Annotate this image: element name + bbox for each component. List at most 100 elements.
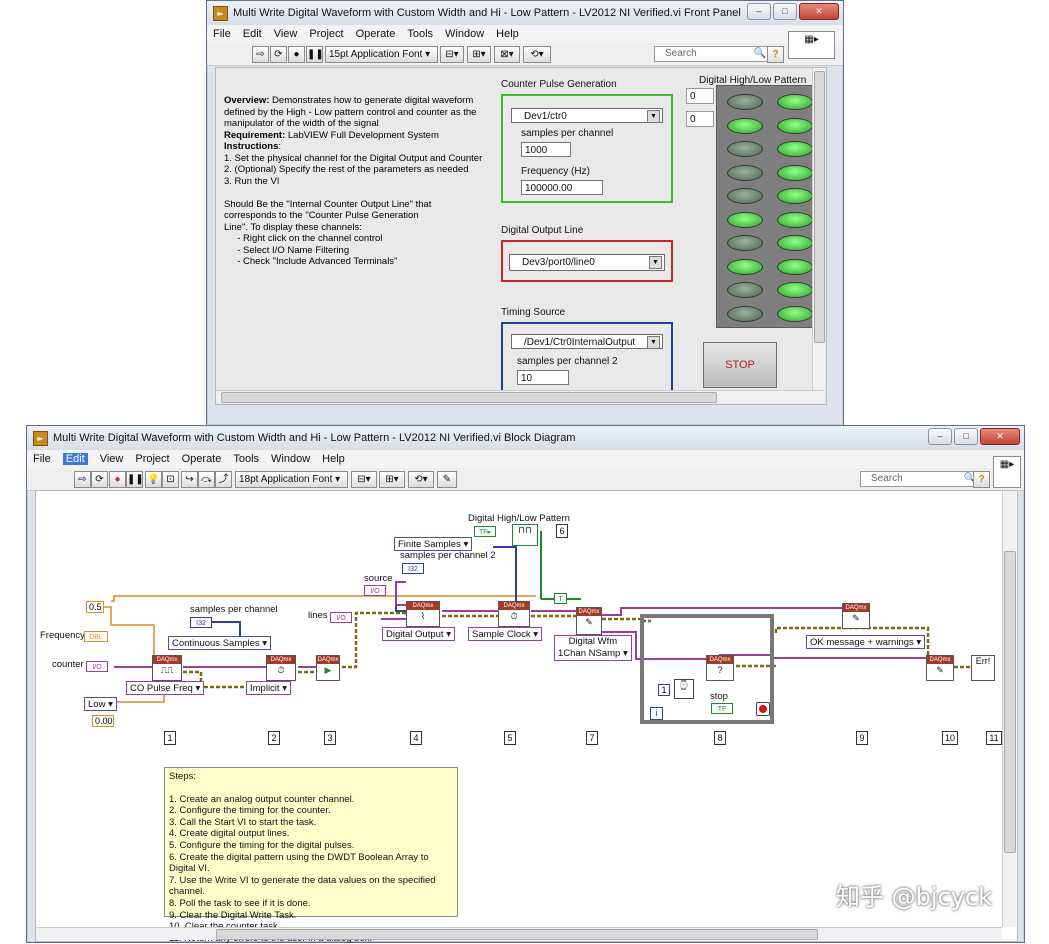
- finite-samples-constant[interactable]: Finite Samples ▾: [394, 537, 472, 551]
- menu-file[interactable]: File: [213, 28, 231, 40]
- spc2-terminal[interactable]: I32: [402, 563, 424, 574]
- pattern-led[interactable]: [727, 94, 763, 110]
- pattern-led[interactable]: [777, 212, 813, 228]
- cleanup-diagram-icon[interactable]: ✎: [437, 471, 457, 488]
- align-icon[interactable]: ⊟▾: [351, 471, 377, 488]
- front-panel-vscroll-thumb[interactable]: [814, 71, 825, 343]
- duty-cycle-constant[interactable]: 0.5: [86, 601, 104, 613]
- menu-window[interactable]: Window: [271, 453, 310, 465]
- sample-clock-selector[interactable]: Sample Clock ▾: [468, 627, 542, 641]
- resize-icon[interactable]: ⊠▾: [494, 46, 520, 63]
- continuous-samples-constant[interactable]: Continuous Samples ▾: [168, 636, 271, 650]
- idle-state-constant[interactable]: Low ▾: [84, 697, 117, 711]
- pattern-led[interactable]: [727, 141, 763, 157]
- pattern-led[interactable]: [727, 212, 763, 228]
- pattern-led[interactable]: [777, 306, 813, 322]
- loop-condition-icon[interactable]: [756, 702, 770, 716]
- daqmx-clear-task-1[interactable]: DAQmx✎: [842, 603, 870, 629]
- minimize-icon[interactable]: –: [928, 428, 952, 445]
- pattern-led[interactable]: [777, 94, 813, 110]
- help-icon[interactable]: ?: [973, 471, 990, 488]
- implicit-selector[interactable]: Implicit ▾: [246, 681, 291, 695]
- wait-constant[interactable]: 1: [658, 684, 670, 696]
- pattern-led[interactable]: [727, 235, 763, 251]
- pattern-led-array[interactable]: [716, 85, 821, 328]
- run-arrow-icon[interactable]: ⇨: [252, 46, 269, 63]
- search-input[interactable]: Search🔍: [654, 46, 770, 62]
- digital-output-selector[interactable]: Digital Output ▾: [382, 627, 455, 641]
- stop-terminal[interactable]: TF: [711, 703, 733, 714]
- source-terminal[interactable]: I/O: [364, 585, 386, 596]
- align-icon[interactable]: ⊟▾: [440, 46, 464, 63]
- front-panel-vscroll[interactable]: [812, 68, 825, 390]
- retain-wire-values-icon[interactable]: ⊡: [162, 471, 179, 488]
- reorder-icon[interactable]: ⟲▾: [523, 46, 551, 63]
- menu-operate[interactable]: Operate: [356, 28, 396, 40]
- daqmx-timing-1[interactable]: DAQmx⏱: [266, 655, 296, 681]
- pattern-led[interactable]: [727, 282, 763, 298]
- daqmx-write[interactable]: DAQmx✎: [576, 607, 602, 635]
- pattern-led[interactable]: [727, 188, 763, 204]
- block-diagram-vscroll-thumb[interactable]: [1004, 551, 1016, 853]
- block-diagram-hscroll-thumb[interactable]: [216, 929, 818, 940]
- run-continuously-icon[interactable]: ⟳: [270, 46, 287, 63]
- spc2-input[interactable]: 10: [517, 370, 569, 385]
- menu-tools[interactable]: Tools: [233, 453, 259, 465]
- daqmx-is-task-done[interactable]: DAQmx?: [706, 655, 734, 681]
- search-input[interactable]: Search🔍: [860, 471, 980, 487]
- maximize-icon[interactable]: □: [773, 3, 797, 20]
- pattern-led[interactable]: [727, 259, 763, 275]
- freq-input[interactable]: 100000.00: [521, 180, 603, 195]
- pattern-led[interactable]: [777, 282, 813, 298]
- menu-help[interactable]: Help: [496, 28, 519, 40]
- font-selector[interactable]: 18pt Application Font ▾: [235, 471, 348, 488]
- step-out-icon[interactable]: ⤴: [215, 471, 232, 488]
- reorder-icon[interactable]: ⟲▾: [408, 471, 434, 488]
- pattern-row-index[interactable]: 0: [686, 88, 714, 104]
- lines-terminal[interactable]: I/O: [330, 612, 352, 623]
- initial-delay-constant[interactable]: 0.00: [92, 715, 114, 727]
- step-over-icon[interactable]: ⤼: [198, 471, 215, 488]
- abort-icon[interactable]: ●: [109, 471, 126, 488]
- spc-terminal[interactable]: I32: [190, 617, 212, 628]
- daqmx-start-task[interactable]: DAQmx▶: [316, 655, 340, 681]
- step-into-icon[interactable]: ↪: [181, 471, 198, 488]
- block-diagram-vscroll[interactable]: [1002, 491, 1016, 927]
- close-icon[interactable]: ✕: [799, 3, 839, 20]
- daqmx-clear-task-2[interactable]: DAQmx✎: [926, 655, 954, 681]
- ok-message-constant[interactable]: OK message + warnings ▾: [806, 635, 925, 649]
- pattern-led[interactable]: [777, 165, 813, 181]
- true-constant[interactable]: T: [554, 593, 567, 604]
- menu-tools[interactable]: Tools: [407, 28, 433, 40]
- pause-icon[interactable]: ❚❚: [126, 471, 143, 488]
- close-icon[interactable]: ✕: [980, 428, 1020, 445]
- pattern-led[interactable]: [777, 141, 813, 157]
- font-selector[interactable]: 15pt Application Font ▾: [325, 46, 438, 63]
- wait-timer-icon[interactable]: ⌚: [674, 679, 694, 699]
- abort-icon[interactable]: ●: [288, 46, 305, 63]
- menu-view[interactable]: View: [100, 453, 124, 465]
- menu-project[interactable]: Project: [309, 28, 343, 40]
- minimize-icon[interactable]: –: [747, 3, 771, 20]
- highlight-execution-icon[interactable]: 💡: [145, 471, 162, 488]
- menu-edit[interactable]: Edit: [243, 28, 262, 40]
- digital-output-combo[interactable]: Dev3/port0/line0▼: [509, 254, 665, 271]
- pattern-led[interactable]: [727, 118, 763, 134]
- block-diagram-hscroll[interactable]: [36, 927, 1002, 940]
- pattern-col-index[interactable]: 0: [686, 111, 714, 127]
- daqmx-create-channel-1[interactable]: DAQmx⎍⎍: [152, 655, 182, 681]
- pattern-led[interactable]: [727, 306, 763, 322]
- menu-edit[interactable]: Edit: [63, 453, 88, 465]
- distribute-icon[interactable]: ⊞▾: [467, 46, 491, 63]
- daqmx-create-channel-2[interactable]: DAQmx⌇: [406, 601, 440, 627]
- menu-operate[interactable]: Operate: [182, 453, 222, 465]
- counter-terminal[interactable]: I/O: [86, 661, 108, 672]
- timing-source-combo[interactable]: /Dev1/Ctr0InternalOutput▼: [511, 334, 663, 349]
- help-icon[interactable]: ?: [767, 46, 784, 63]
- pause-icon[interactable]: ❚❚: [306, 46, 323, 63]
- counter-channel-combo[interactable]: Dev1/ctr0▼: [511, 108, 663, 123]
- menu-help[interactable]: Help: [322, 453, 345, 465]
- front-panel-hscroll[interactable]: [216, 390, 824, 403]
- distribute-icon[interactable]: ⊞▾: [379, 471, 405, 488]
- pattern-led[interactable]: [777, 188, 813, 204]
